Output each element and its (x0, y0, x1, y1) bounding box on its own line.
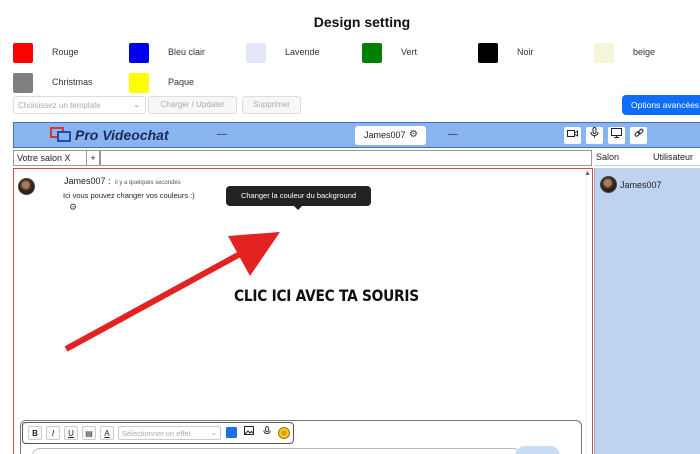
underline-button[interactable]: U (64, 426, 78, 440)
instruction-annotation: CLIC ICI AVEC TA SOURIS (234, 286, 419, 305)
effect-select[interactable]: Sélectionner un effet ⌄ (118, 426, 221, 440)
effect-select-placeholder: Sélectionner un effet (122, 429, 191, 438)
document-icon[interactable]: ▤ (82, 426, 96, 440)
text-color-icon[interactable]: A (100, 426, 114, 440)
send-button[interactable] (515, 446, 560, 454)
image-icon[interactable] (242, 426, 256, 440)
microphone-icon[interactable] (260, 426, 274, 440)
bold-button[interactable]: B (28, 426, 42, 440)
italic-button[interactable]: I (46, 426, 60, 440)
chevron-down-icon: ⌄ (210, 428, 217, 437)
color-picker-button[interactable] (226, 427, 237, 438)
emoji-icon[interactable]: ☺ (278, 427, 290, 439)
red-arrow-annotation (64, 232, 280, 352)
formatting-toolbar: B I U ▤ A Sélectionner un effet ⌄ ☺ (22, 422, 294, 444)
message-input[interactable] (32, 448, 522, 454)
